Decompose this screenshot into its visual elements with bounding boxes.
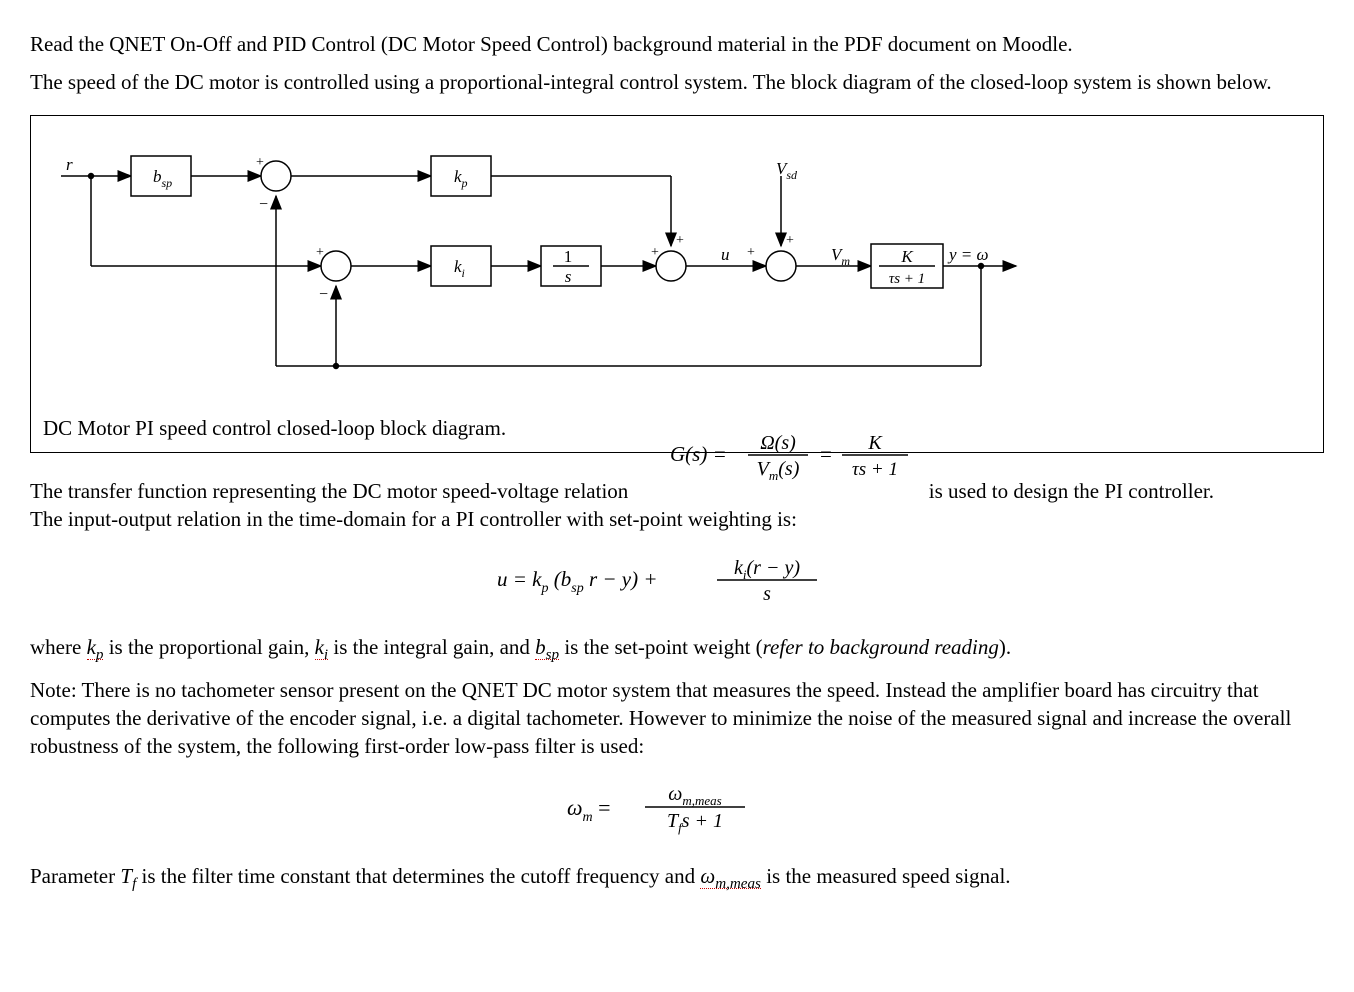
svg-text:+: +: [316, 245, 324, 260]
equation-g: G(s) = Ω(s) Vm(s) = K τs + 1: [670, 423, 950, 483]
svg-text:−: −: [319, 286, 328, 303]
svg-text:s: s: [763, 583, 771, 605]
svg-text:y = ω: y = ω: [947, 245, 989, 264]
svg-text:τs + 1: τs + 1: [889, 271, 925, 287]
svg-text:s: s: [565, 267, 572, 286]
svg-text:ki(r − y): ki(r − y): [734, 557, 800, 582]
svg-text:u = kp (bsp r − y) +: u = kp (bsp r − y) +: [497, 567, 658, 596]
label-r: r: [66, 155, 73, 174]
equation-u: u = kp (bsp r − y) + ki(r − y) s: [30, 548, 1324, 615]
text: The speed of the DC motor is controlled …: [30, 70, 1272, 94]
svg-text:Tfs + 1: Tfs + 1: [667, 810, 723, 835]
svg-text:1: 1: [564, 247, 573, 266]
svg-text:ωm,meas: ωm,meas: [668, 783, 721, 808]
svg-text:ωm =: ωm =: [567, 795, 611, 825]
text: is used to design the PI controller.: [929, 479, 1214, 503]
svg-text:Ω(s): Ω(s): [760, 432, 796, 454]
block-diagram-svg: r bsp kp ki 1 s Vsd u Vm K τs + 1 y = ω …: [31, 116, 1031, 406]
svg-text:+: +: [676, 233, 684, 248]
svg-text:+: +: [651, 245, 659, 260]
equation-omega: ωm = ωm,meas Tfs + 1: [30, 775, 1324, 844]
paragraph-gains: where kp is the proportional gain, ki is…: [30, 633, 1324, 666]
svg-text:K: K: [867, 432, 883, 454]
text: Note: There is no tachometer sensor pres…: [30, 678, 1291, 759]
svg-text:−: −: [259, 196, 268, 213]
svg-text:Vm(s): Vm(s): [757, 458, 800, 483]
svg-text:Vsd: Vsd: [776, 159, 798, 182]
text: The transfer function representing the D…: [30, 479, 628, 503]
svg-text:u: u: [721, 245, 730, 264]
svg-text:Vm: Vm: [831, 245, 850, 268]
paragraph-filter: Parameter Tf is the filter time constant…: [30, 862, 1324, 895]
svg-text:+: +: [256, 155, 264, 170]
svg-text:G(s) =: G(s) =: [670, 442, 727, 466]
text: The input-output relation in the time-do…: [30, 505, 1324, 533]
paragraph-intro: Read the QNET On-Off and PID Control (DC…: [30, 30, 1324, 58]
paragraph-system-desc: The speed of the DC motor is controlled …: [30, 68, 1324, 96]
svg-text:+: +: [747, 245, 755, 260]
svg-text:τs + 1: τs + 1: [852, 459, 898, 480]
svg-text:K: K: [900, 247, 914, 266]
svg-text:=: =: [820, 442, 832, 466]
svg-text:+: +: [786, 233, 794, 248]
text: Read the QNET On-Off and PID Control (DC…: [30, 32, 1073, 56]
block-diagram-container: r bsp kp ki 1 s Vsd u Vm K τs + 1 y = ω …: [30, 115, 1324, 453]
paragraph-note: Note: There is no tachometer sensor pres…: [30, 676, 1324, 761]
transfer-function-paragraph: G(s) = Ω(s) Vm(s) = K τs + 1 The transfe…: [30, 477, 1324, 534]
